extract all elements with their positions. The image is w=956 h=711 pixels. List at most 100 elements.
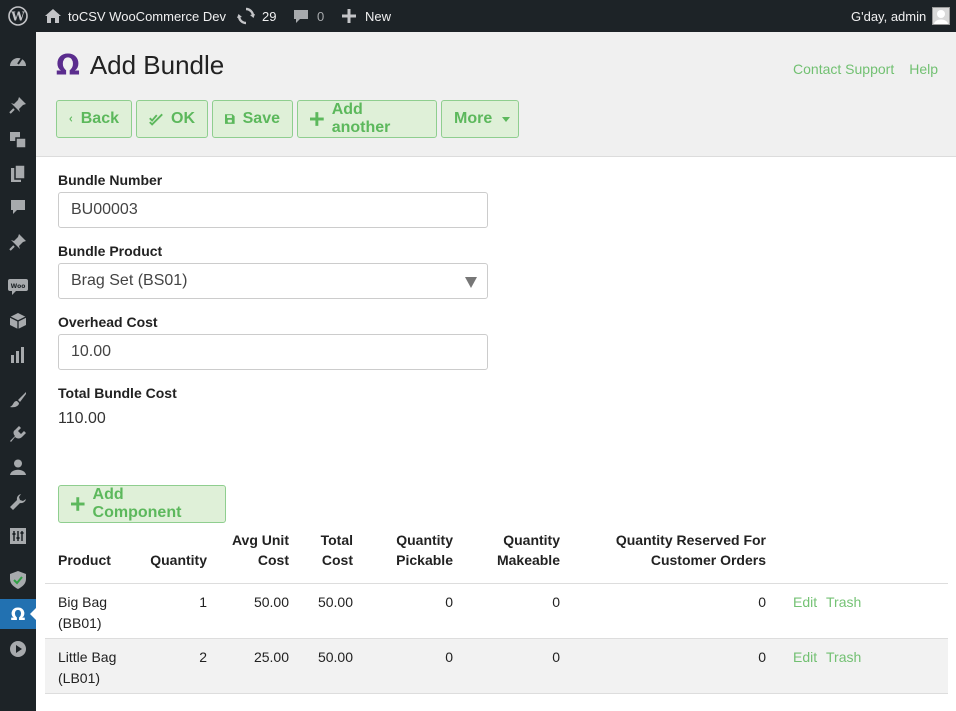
row-product-code: (BB01) [58, 615, 102, 631]
page-title: Ω Add Bundle [56, 50, 224, 81]
table-row: Little Bag (LB01) 2 25.00 50.00 0 0 0 Ed… [45, 639, 948, 694]
svg-text:W: W [10, 10, 25, 24]
products-box-icon[interactable] [0, 306, 36, 336]
comments-icon[interactable] [293, 0, 309, 32]
row-product-name: Little Bag [58, 649, 117, 665]
add-component-button-label: Add Component [92, 486, 182, 521]
plus-icon [71, 497, 85, 511]
row-total-cost: 50.00 [317, 649, 353, 665]
add-component-button[interactable]: Add Component [58, 485, 226, 523]
save-button[interactable]: Save [212, 100, 293, 138]
site-home-icon[interactable] [44, 0, 62, 32]
comments-count[interactable]: 0 [317, 0, 324, 32]
appearance-brush-icon[interactable] [0, 385, 36, 415]
bundle-product-label: Bundle Product [58, 243, 163, 259]
avatar[interactable] [932, 0, 950, 32]
tools-wrench-icon[interactable] [0, 487, 36, 517]
dashboard-icon[interactable] [0, 45, 36, 75]
row-total-cost: 50.00 [317, 594, 353, 610]
settings-sliders-icon[interactable] [0, 521, 36, 551]
col-qty-pickable-line2: Pickable [396, 552, 453, 568]
posts-pin-icon[interactable] [0, 90, 36, 120]
more-dropdown-button[interactable]: More [441, 100, 519, 138]
bundles-omega-icon[interactable]: Ω [0, 599, 36, 629]
page-title-text: Add Bundle [89, 50, 225, 80]
account-greeting[interactable]: G'day, admin [851, 0, 926, 32]
pages-icon[interactable] [0, 159, 36, 189]
row-trash-link[interactable]: Trash [826, 592, 861, 613]
row-reserved: 0 [758, 594, 766, 610]
media-icon[interactable] [0, 125, 36, 155]
security-shield-icon[interactable] [0, 565, 36, 595]
table-row: Big Bag (BB01) 1 50.00 50.00 0 0 0 Edit … [45, 584, 948, 639]
help-link[interactable]: Help [909, 61, 938, 77]
back-button[interactable]: Back [56, 100, 132, 138]
components-table: Product Quantity Avg Unit Cost Total Cos… [45, 530, 948, 694]
bundle-number-input[interactable]: BU00003 [58, 192, 488, 228]
back-button-label: Back [80, 110, 119, 127]
caret-down-icon [502, 116, 511, 122]
col-qty-makeable-line1: Quantity [503, 532, 560, 548]
overhead-cost-label: Overhead Cost [58, 314, 158, 330]
ok-button-label: OK [171, 110, 195, 127]
site-name-link[interactable]: toCSV WooCommerce Dev [68, 0, 226, 32]
add-another-button[interactable]: Add another [297, 100, 437, 138]
collapse-menu-icon[interactable] [0, 634, 36, 664]
page-header: Ω Add Bundle Contact Support Help Back O… [36, 32, 956, 157]
row-makeable: 0 [552, 594, 560, 610]
admin-sidebar: Woo Ω [0, 32, 36, 711]
ok-button[interactable]: OK [136, 100, 208, 138]
total-bundle-cost-label: Total Bundle Cost [58, 385, 177, 401]
comments-menu-icon[interactable] [0, 192, 36, 222]
double-check-icon [149, 113, 163, 126]
overhead-cost-input[interactable]: 10.00 [58, 334, 488, 370]
row-avg-unit-cost: 50.00 [253, 594, 289, 610]
woocommerce-icon[interactable]: Woo [0, 272, 36, 302]
col-qty-reserved-line1: Quantity Reserved For [615, 532, 766, 548]
bundle-product-selected-value: Brag Set (BS01) [71, 272, 188, 289]
total-bundle-cost-value: 110.00 [58, 410, 106, 427]
toolbar: Back OK Save Add another More [56, 100, 519, 138]
col-total-cost-line2: Cost [321, 552, 353, 568]
row-product-code: (LB01) [58, 670, 101, 686]
bundle-number-label: Bundle Number [58, 172, 163, 188]
plugins-icon[interactable] [0, 419, 36, 449]
dropdown-arrow-icon [465, 277, 477, 288]
save-button-label: Save [242, 110, 280, 127]
updates-icon[interactable] [237, 0, 255, 32]
plus-icon[interactable] [342, 0, 356, 32]
chevron-left-icon [69, 116, 73, 122]
new-content-link[interactable]: New [365, 0, 391, 32]
col-avg-unit-cost-line1: Avg Unit [231, 532, 289, 548]
contact-support-link[interactable]: Contact Support [793, 61, 894, 77]
row-product-name: Big Bag [58, 594, 108, 610]
analytics-icon[interactable] [0, 340, 36, 370]
table-header: Product Quantity Avg Unit Cost Total Cos… [45, 530, 948, 584]
add-another-button-label: Add another [331, 101, 391, 136]
bundle-omega-icon: Ω [56, 48, 80, 82]
plus-icon [310, 112, 324, 126]
row-edit-link[interactable]: Edit [793, 647, 817, 668]
svg-text:Woo: Woo [11, 283, 26, 290]
admin-bar: W toCSV WooCommerce Dev 29 0 New G'day, … [0, 0, 956, 32]
wordpress-logo-icon[interactable]: W [8, 0, 28, 32]
row-makeable: 0 [552, 649, 560, 665]
pin-icon[interactable] [0, 227, 36, 257]
row-avg-unit-cost: 25.00 [253, 649, 289, 665]
floppy-disk-icon [225, 114, 235, 124]
row-reserved: 0 [758, 649, 766, 665]
col-avg-unit-cost-line2: Cost [257, 552, 289, 568]
row-trash-link[interactable]: Trash [826, 647, 861, 668]
updates-count[interactable]: 29 [262, 0, 276, 32]
row-edit-link[interactable]: Edit [793, 592, 817, 613]
more-button-label: More [454, 110, 493, 127]
users-icon[interactable] [0, 452, 36, 482]
col-qty-makeable-line2: Makeable [496, 552, 560, 568]
row-pickable: 0 [445, 594, 453, 610]
bundle-product-select[interactable]: Brag Set (BS01) [58, 263, 488, 299]
row-quantity: 2 [199, 649, 207, 665]
row-quantity: 1 [199, 594, 207, 610]
col-qty-pickable-line1: Quantity [396, 532, 453, 548]
col-quantity: Quantity [150, 552, 207, 568]
top-links: Contact Support Help [793, 61, 938, 77]
